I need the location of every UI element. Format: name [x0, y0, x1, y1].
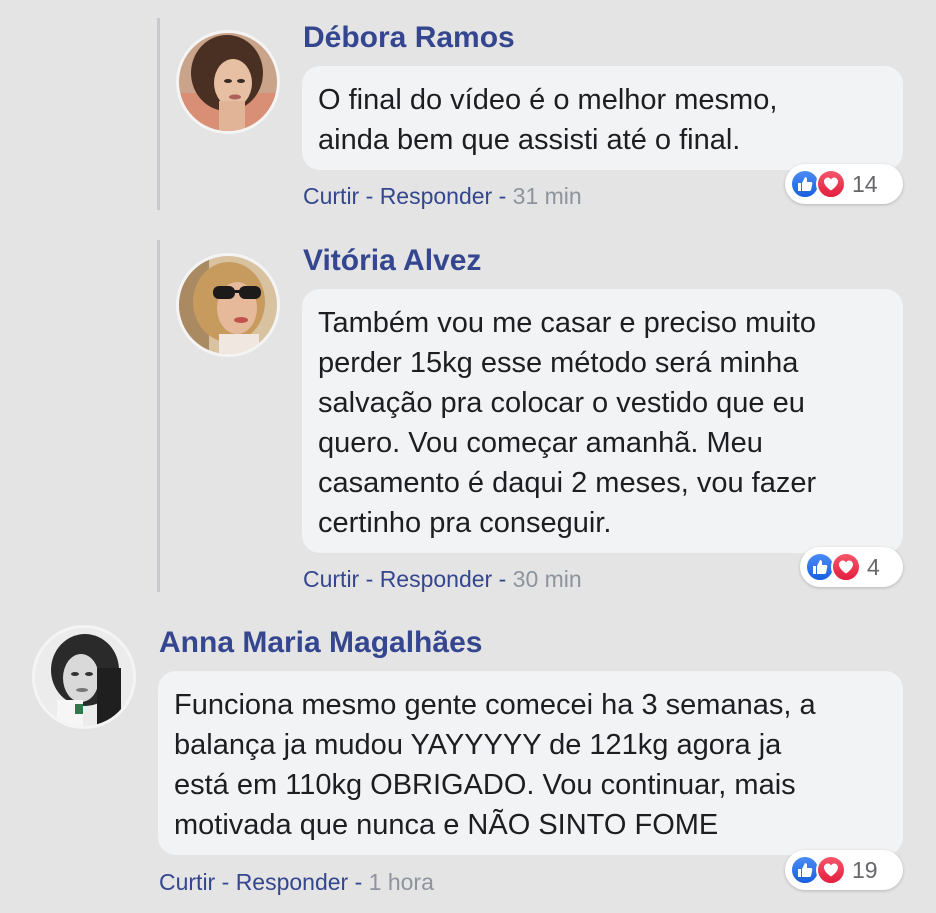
avatar[interactable]	[176, 30, 280, 134]
reactions-badge[interactable]: 14	[785, 164, 903, 204]
like-link[interactable]: Curtir	[303, 183, 359, 209]
comment-text: O final do vídeo é o melhor mesmo, ainda…	[302, 66, 903, 170]
comment-actions: Curtir - Responder - 1 hora	[159, 868, 434, 896]
avatar[interactable]	[32, 625, 136, 729]
comment-actions: Curtir - Responder - 31 min	[303, 182, 582, 210]
reactions-badge[interactable]: 19	[785, 850, 903, 890]
comment-timestamp[interactable]: 31 min	[513, 183, 582, 209]
separator: -	[492, 566, 513, 592]
avatar[interactable]	[176, 253, 280, 357]
separator: -	[215, 869, 236, 895]
avatar-photo	[35, 628, 133, 726]
avatar-photo	[179, 256, 277, 354]
separator: -	[492, 183, 513, 209]
separator: -	[359, 566, 380, 592]
comment-actions: Curtir - Responder - 30 min	[303, 565, 582, 593]
reply-link[interactable]: Responder	[236, 869, 349, 895]
like-link[interactable]: Curtir	[303, 566, 359, 592]
reaction-count: 14	[852, 170, 878, 197]
reply-thread-line	[157, 18, 160, 210]
reply-thread-line	[157, 240, 160, 592]
comment-author[interactable]: Débora Ramos	[303, 20, 515, 56]
reaction-count: 4	[867, 553, 880, 580]
reply-link[interactable]: Responder	[380, 183, 493, 209]
like-link[interactable]: Curtir	[159, 869, 215, 895]
avatar-photo	[179, 33, 277, 131]
heart-icon	[816, 855, 846, 885]
reaction-count: 19	[852, 856, 878, 883]
comment-text: Também vou me casar e preciso muito perd…	[302, 289, 903, 553]
comment-author[interactable]: Vitória Alvez	[303, 243, 481, 279]
separator: -	[359, 183, 380, 209]
comment-author[interactable]: Anna Maria Magalhães	[159, 625, 482, 661]
comment-timestamp[interactable]: 30 min	[513, 566, 582, 592]
reply-link[interactable]: Responder	[380, 566, 493, 592]
reactions-badge[interactable]: 4	[800, 547, 903, 587]
separator: -	[348, 869, 369, 895]
comment-timestamp[interactable]: 1 hora	[369, 869, 434, 895]
heart-icon	[831, 552, 861, 582]
comment-text: Funciona mesmo gente comecei ha 3 semana…	[158, 671, 903, 855]
heart-icon	[816, 169, 846, 199]
